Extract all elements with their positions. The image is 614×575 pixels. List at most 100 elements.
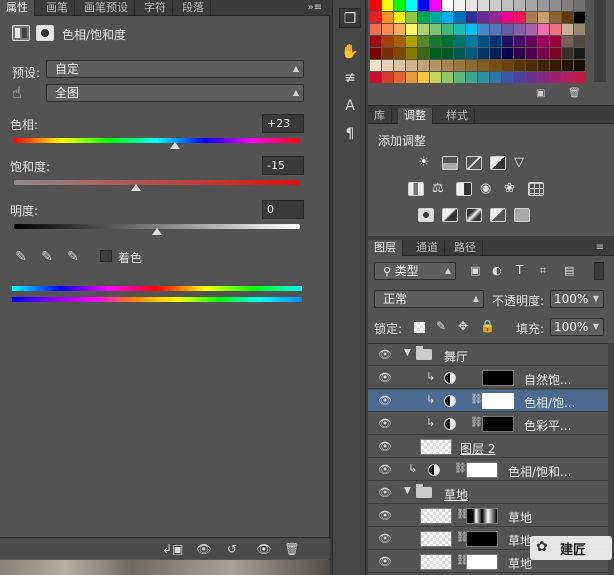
adjust-icon[interactable]: ≢: [339, 68, 361, 88]
filter-smart-object-icon[interactable]: ▤: [564, 264, 574, 277]
visibility-eye-icon[interactable]: 👁: [378, 556, 392, 568]
color-swatch[interactable]: [382, 12, 393, 23]
color-swatch[interactable]: [562, 0, 573, 11]
layer-group-dancehall[interactable]: 👁 ▼ 舞厅: [368, 344, 608, 366]
color-swatch[interactable]: [382, 72, 393, 83]
color-swatch[interactable]: [478, 36, 489, 47]
color-swatch[interactable]: [370, 0, 381, 11]
color-swatch[interactable]: [502, 60, 513, 71]
visibility-eye-icon[interactable]: 👁: [378, 349, 392, 361]
layer-grass-1[interactable]: 👁 ⛓ 草地: [368, 505, 608, 527]
color-swatch[interactable]: [562, 12, 573, 23]
opacity-input[interactable]: 100% ▼: [550, 290, 604, 308]
color-swatch[interactable]: [466, 12, 477, 23]
color-swatch[interactable]: [574, 48, 585, 59]
color-swatch[interactable]: [538, 24, 549, 35]
color-swatch[interactable]: [514, 48, 525, 59]
layer-hue-saturation-selected[interactable]: 👁 ↳ ⛓ 色相/饱...: [368, 390, 608, 412]
color-swatch[interactable]: [454, 72, 465, 83]
visibility-eye-icon[interactable]: 👁: [378, 487, 392, 499]
color-swatch[interactable]: [526, 24, 537, 35]
visibility-eye-icon[interactable]: 👁: [378, 418, 392, 430]
color-swatch[interactable]: [406, 0, 417, 11]
color-swatch[interactable]: [490, 60, 501, 71]
color-swatch[interactable]: [502, 36, 513, 47]
3d-cube-icon[interactable]: ❒: [339, 8, 361, 28]
color-swatch[interactable]: [394, 60, 405, 71]
color-swatch[interactable]: [442, 0, 453, 11]
color-swatch[interactable]: [526, 36, 537, 47]
color-swatch[interactable]: [538, 0, 549, 11]
color-swatch[interactable]: [478, 72, 489, 83]
color-swatch[interactable]: [382, 36, 393, 47]
filter-shape-icon[interactable]: ⌗: [540, 264, 546, 278]
channel-dropdown[interactable]: 全图 ▲: [46, 84, 304, 102]
color-swatch[interactable]: [406, 48, 417, 59]
color-swatch[interactable]: [394, 12, 405, 23]
layer-thumbnail[interactable]: [420, 531, 452, 547]
layer-mask-thumbnail[interactable]: [482, 416, 514, 432]
color-swatch[interactable]: [538, 72, 549, 83]
color-swatch[interactable]: [526, 60, 537, 71]
paragraph-icon[interactable]: ¶: [339, 124, 361, 144]
color-swatch[interactable]: [370, 48, 381, 59]
lightness-input[interactable]: 0: [262, 200, 304, 219]
color-swatch[interactable]: [538, 36, 549, 47]
color-swatch[interactable]: [418, 0, 429, 11]
delete-swatch-icon[interactable]: 🗑: [568, 88, 581, 99]
color-swatch[interactable]: [418, 36, 429, 47]
color-swatch[interactable]: [502, 48, 513, 59]
color-swatch[interactable]: [442, 48, 453, 59]
layer-mask-thumbnail[interactable]: [466, 531, 498, 547]
layers-menu-icon[interactable]: ≡: [596, 240, 604, 256]
color-swatch[interactable]: [574, 60, 585, 71]
color-swatch[interactable]: [382, 48, 393, 59]
color-swatch[interactable]: [574, 0, 585, 11]
color-swatch[interactable]: [538, 48, 549, 59]
color-swatch[interactable]: [394, 72, 405, 83]
color-lookup-icon[interactable]: [528, 182, 544, 196]
color-swatch[interactable]: [490, 48, 501, 59]
color-swatch[interactable]: [478, 48, 489, 59]
layer-mask-thumbnail[interactable]: [482, 370, 514, 386]
tab-library[interactable]: 库: [368, 108, 392, 124]
color-swatch[interactable]: [478, 12, 489, 23]
black-white-icon[interactable]: [456, 182, 472, 196]
photo-filter-icon[interactable]: ◉: [480, 182, 496, 196]
saturation-input[interactable]: -15: [262, 156, 304, 175]
color-swatch[interactable]: [502, 72, 513, 83]
visibility-eye-icon[interactable]: 👁: [378, 510, 392, 522]
color-swatch[interactable]: [394, 24, 405, 35]
selective-color-icon[interactable]: [514, 208, 530, 222]
color-swatch[interactable]: [490, 0, 501, 11]
reset-icon[interactable]: ↺: [222, 541, 242, 557]
color-swatch[interactable]: [514, 0, 525, 11]
hue-input[interactable]: +23: [262, 114, 304, 133]
tab-styles[interactable]: 样式: [440, 108, 475, 124]
blend-mode-dropdown[interactable]: 正常 ▲: [374, 290, 484, 308]
layer-thumbnail[interactable]: [420, 439, 452, 455]
color-swatch[interactable]: [550, 60, 561, 71]
color-swatch[interactable]: [574, 36, 585, 47]
group-expand-icon[interactable]: ▼: [404, 486, 411, 496]
color-swatch[interactable]: [550, 48, 561, 59]
saturation-slider-thumb[interactable]: [130, 184, 141, 191]
curves-icon[interactable]: [466, 156, 482, 170]
visibility-icon[interactable]: 👁: [254, 541, 274, 557]
color-swatch[interactable]: [442, 24, 453, 35]
color-swatch[interactable]: [478, 24, 489, 35]
color-swatch[interactable]: [466, 24, 477, 35]
color-swatch[interactable]: [394, 48, 405, 59]
eyedropper-minus-icon[interactable]: ✎: [64, 248, 82, 266]
color-swatch[interactable]: [430, 24, 441, 35]
color-swatch[interactable]: [430, 72, 441, 83]
adjustment-layer-icon[interactable]: [12, 25, 30, 41]
color-balance-icon[interactable]: ⚖: [432, 182, 448, 196]
vibrance-icon[interactable]: ▽: [514, 156, 530, 170]
color-swatch[interactable]: [514, 36, 525, 47]
color-swatch[interactable]: [454, 12, 465, 23]
color-swatch[interactable]: [454, 60, 465, 71]
layer-hue-saturation-2[interactable]: 👁 ↳ ⛓ 色相/饱和...: [368, 459, 608, 481]
hue-slider-track[interactable]: [14, 138, 300, 143]
color-swatch[interactable]: [370, 60, 381, 71]
